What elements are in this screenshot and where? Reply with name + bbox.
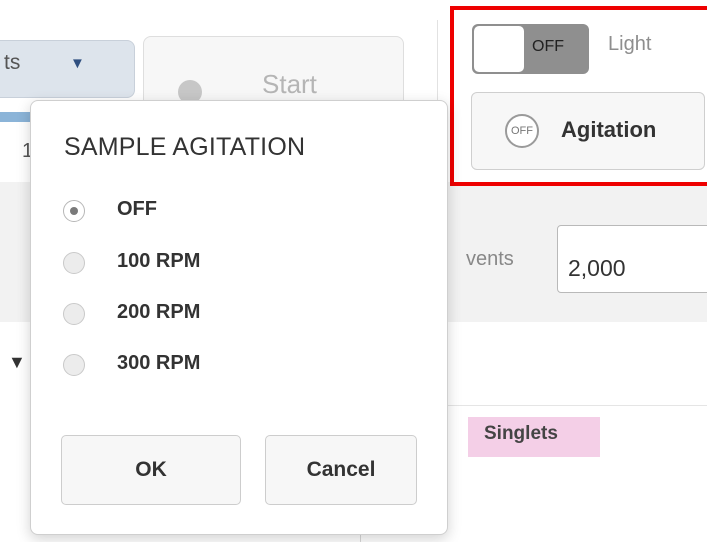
radio-label: OFF — [117, 198, 157, 220]
radio-label: 300 RPM — [117, 352, 201, 374]
radio-button[interactable] — [63, 354, 85, 376]
dialog-title: SAMPLE AGITATION — [64, 133, 306, 161]
caret-down-icon[interactable]: ▼ — [8, 352, 26, 373]
radio-button[interactable] — [63, 200, 85, 222]
sample-agitation-dialog: SAMPLE AGITATION OFF 100 RPM 200 RPM 300… — [30, 100, 448, 535]
radio-button[interactable] — [63, 252, 85, 274]
start-button-label: Start — [262, 69, 317, 99]
dropdown-value: ts — [4, 51, 21, 74]
singlets-badge: Singlets — [468, 417, 600, 457]
divider — [420, 405, 707, 406]
events-input[interactable] — [557, 225, 707, 293]
dropdown-select[interactable]: ts ▼ — [0, 40, 135, 98]
cancel-button[interactable]: Cancel — [265, 435, 417, 505]
chevron-down-icon: ▼ — [70, 55, 85, 72]
radio-label: 100 RPM — [117, 250, 201, 272]
highlight-box — [450, 6, 707, 186]
events-label: vents — [466, 248, 514, 270]
radio-button[interactable] — [63, 303, 85, 325]
radio-label: 200 RPM — [117, 301, 201, 323]
ok-button[interactable]: OK — [61, 435, 241, 505]
